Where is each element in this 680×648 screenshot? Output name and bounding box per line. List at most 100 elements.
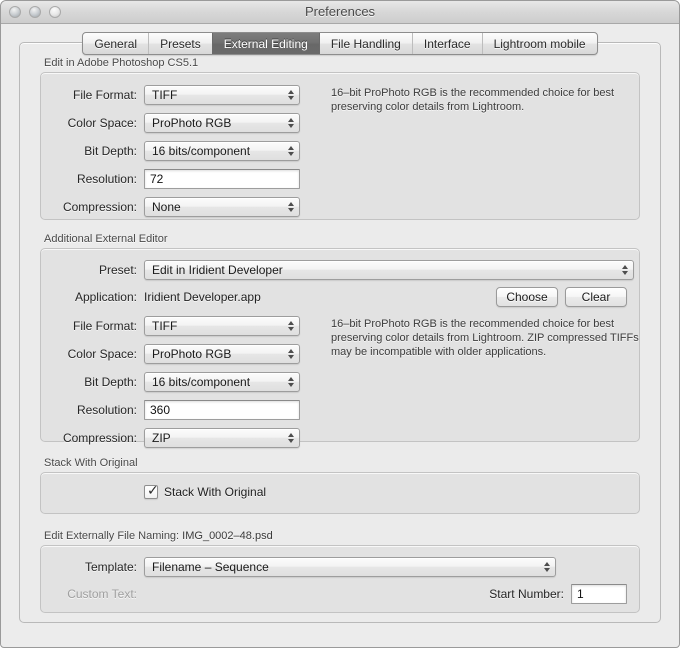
photoshop-section-group: File Format: TIFF Color Space: ProPhoto … <box>40 72 640 220</box>
ae-application-label: Application: <box>74 290 137 304</box>
ae-compression-value: ZIP <box>152 431 171 445</box>
stepper-arrows-icon <box>288 202 294 212</box>
ps-file-format-value: TIFF <box>152 88 178 102</box>
stepper-arrows-icon <box>544 562 550 572</box>
ae-color-space-label: Color Space: <box>67 347 137 361</box>
ae-button-group: Choose Clear <box>496 287 627 307</box>
stack-with-original-label: Stack With Original <box>164 485 267 499</box>
ps-file-format-row: File Format: TIFF <box>41 84 311 106</box>
zoom-button[interactable] <box>49 6 61 18</box>
ae-resolution-row: Resolution: 360 <box>41 399 311 421</box>
title-bar[interactable]: Preferences <box>1 1 679 24</box>
ae-bit-depth-value: 16 bits/component <box>152 375 251 389</box>
file-naming-title: Edit Externally File Naming: <box>44 530 180 542</box>
checkmark-icon: ✓ <box>147 483 159 499</box>
file-naming-section-group: Template: Filename – Sequence Custom Tex… <box>40 545 640 613</box>
tab-file-handling[interactable]: File Handling <box>318 33 412 54</box>
choose-button[interactable]: Choose <box>496 287 558 307</box>
ps-bit-depth-value: 16 bits/component <box>152 144 251 158</box>
ae-resolution-label: Resolution: <box>76 403 137 417</box>
stepper-arrows-icon <box>288 349 294 359</box>
ae-bit-depth-select[interactable]: 16 bits/component <box>144 372 300 392</box>
ae-file-format-label: File Format: <box>72 319 137 333</box>
ps-resolution-label: Resolution: <box>76 172 137 186</box>
ae-color-space-select[interactable]: ProPhoto RGB <box>144 344 300 364</box>
ae-compression-row: Compression: ZIP <box>41 427 311 449</box>
ps-compression-label: Compression: <box>62 200 137 214</box>
close-button[interactable] <box>9 6 21 18</box>
stack-section-group: ✓ Stack With Original <box>40 472 640 514</box>
stepper-arrows-icon <box>288 90 294 100</box>
ae-application-value: Iridient Developer.app <box>144 290 261 304</box>
ae-file-format-row: File Format: TIFF <box>41 315 311 337</box>
stepper-arrows-icon <box>288 433 294 443</box>
stepper-arrows-icon <box>288 146 294 156</box>
ps-bit-depth-row: Bit Depth: 16 bits/component <box>41 140 311 162</box>
file-naming-section-label: Edit Externally File Naming: IMG_0002–48… <box>40 530 640 542</box>
fn-template-label: Template: <box>84 560 137 574</box>
fn-start-number-value: 1 <box>577 587 584 601</box>
additional-editor-section-label: Additional External Editor <box>44 233 168 245</box>
ps-file-format-label: File Format: <box>72 88 137 102</box>
ps-color-space-row: Color Space: ProPhoto RGB <box>41 112 311 134</box>
tab-group: General Presets External Editing File Ha… <box>82 32 598 55</box>
ps-help-text: 16–bit ProPhoto RGB is the recommended c… <box>331 87 615 113</box>
ae-compression-label: Compression: <box>62 431 137 445</box>
fn-template-value: Filename – Sequence <box>152 560 269 574</box>
tab-content-panel: Edit in Adobe Photoshop CS5.1 File Forma… <box>19 42 661 623</box>
stack-section-label: Stack With Original <box>44 457 138 469</box>
ps-color-space-value: ProPhoto RGB <box>152 116 232 130</box>
fn-custom-text-label: Custom Text: <box>67 587 137 601</box>
tab-interface[interactable]: Interface <box>411 33 482 54</box>
stepper-arrows-icon <box>622 265 628 275</box>
stepper-arrows-icon <box>288 377 294 387</box>
fn-custom-text-row: Custom Text: <box>41 583 144 605</box>
tab-presets[interactable]: Presets <box>148 33 212 54</box>
ae-help-text: 16–bit ProPhoto RGB is the recommended c… <box>331 318 639 358</box>
ae-preset-select[interactable]: Edit in Iridient Developer <box>144 260 634 280</box>
stack-with-original-checkbox-row[interactable]: ✓ Stack With Original <box>144 483 267 499</box>
ae-resolution-value: 360 <box>150 403 171 417</box>
tab-external-editing[interactable]: External Editing <box>211 33 319 54</box>
fn-start-number-row: Start Number: 1 <box>489 583 627 605</box>
additional-editor-section-group: Preset: Edit in Iridient Developer Appli… <box>40 248 640 448</box>
window-controls <box>9 6 61 18</box>
clear-button[interactable]: Clear <box>565 287 627 307</box>
ae-resolution-input[interactable]: 360 <box>144 400 300 420</box>
ps-bit-depth-select[interactable]: 16 bits/component <box>144 141 300 161</box>
minimize-button[interactable] <box>29 6 41 18</box>
ae-preset-value: Edit in Iridient Developer <box>152 263 283 277</box>
fn-start-number-input[interactable]: 1 <box>571 584 627 604</box>
ae-color-space-value: ProPhoto RGB <box>152 347 232 361</box>
ps-compression-row: Compression: None <box>41 196 311 218</box>
photoshop-section-label: Edit in Adobe Photoshop CS5.1 <box>44 57 199 69</box>
stepper-arrows-icon <box>288 321 294 331</box>
tab-lightroom-mobile[interactable]: Lightroom mobile <box>481 33 597 54</box>
stepper-arrows-icon <box>288 118 294 128</box>
ae-preset-label: Preset: <box>98 263 137 277</box>
fn-start-number-label: Start Number: <box>489 587 564 601</box>
ps-color-space-label: Color Space: <box>67 116 137 130</box>
file-naming-sample: IMG_0002–48.psd <box>182 530 273 542</box>
ps-resolution-input[interactable]: 72 <box>144 169 300 189</box>
preferences-window: Preferences General Presets External Edi… <box>0 0 680 648</box>
ps-bit-depth-label: Bit Depth: <box>84 144 137 158</box>
ps-resolution-value: 72 <box>150 172 164 186</box>
stack-with-original-checkbox[interactable]: ✓ <box>144 483 159 499</box>
ae-compression-select[interactable]: ZIP <box>144 428 300 448</box>
tab-bar: General Presets External Editing File Ha… <box>1 32 679 55</box>
ps-compression-value: None <box>152 200 181 214</box>
ps-compression-select[interactable]: None <box>144 197 300 217</box>
fn-template-select[interactable]: Filename – Sequence <box>144 557 556 577</box>
ae-file-format-value: TIFF <box>152 319 178 333</box>
ae-preset-row: Preset: Edit in Iridient Developer <box>41 259 639 281</box>
window-title: Preferences <box>304 4 376 19</box>
tab-general[interactable]: General <box>83 33 148 54</box>
fn-template-row: Template: Filename – Sequence <box>41 556 556 578</box>
ae-file-format-select[interactable]: TIFF <box>144 316 300 336</box>
ps-resolution-row: Resolution: 72 <box>41 168 311 190</box>
ae-color-space-row: Color Space: ProPhoto RGB <box>41 343 311 365</box>
ae-application-row: Application: Iridient Developer.app <box>41 286 261 308</box>
ps-color-space-select[interactable]: ProPhoto RGB <box>144 113 300 133</box>
ps-file-format-select[interactable]: TIFF <box>144 85 300 105</box>
